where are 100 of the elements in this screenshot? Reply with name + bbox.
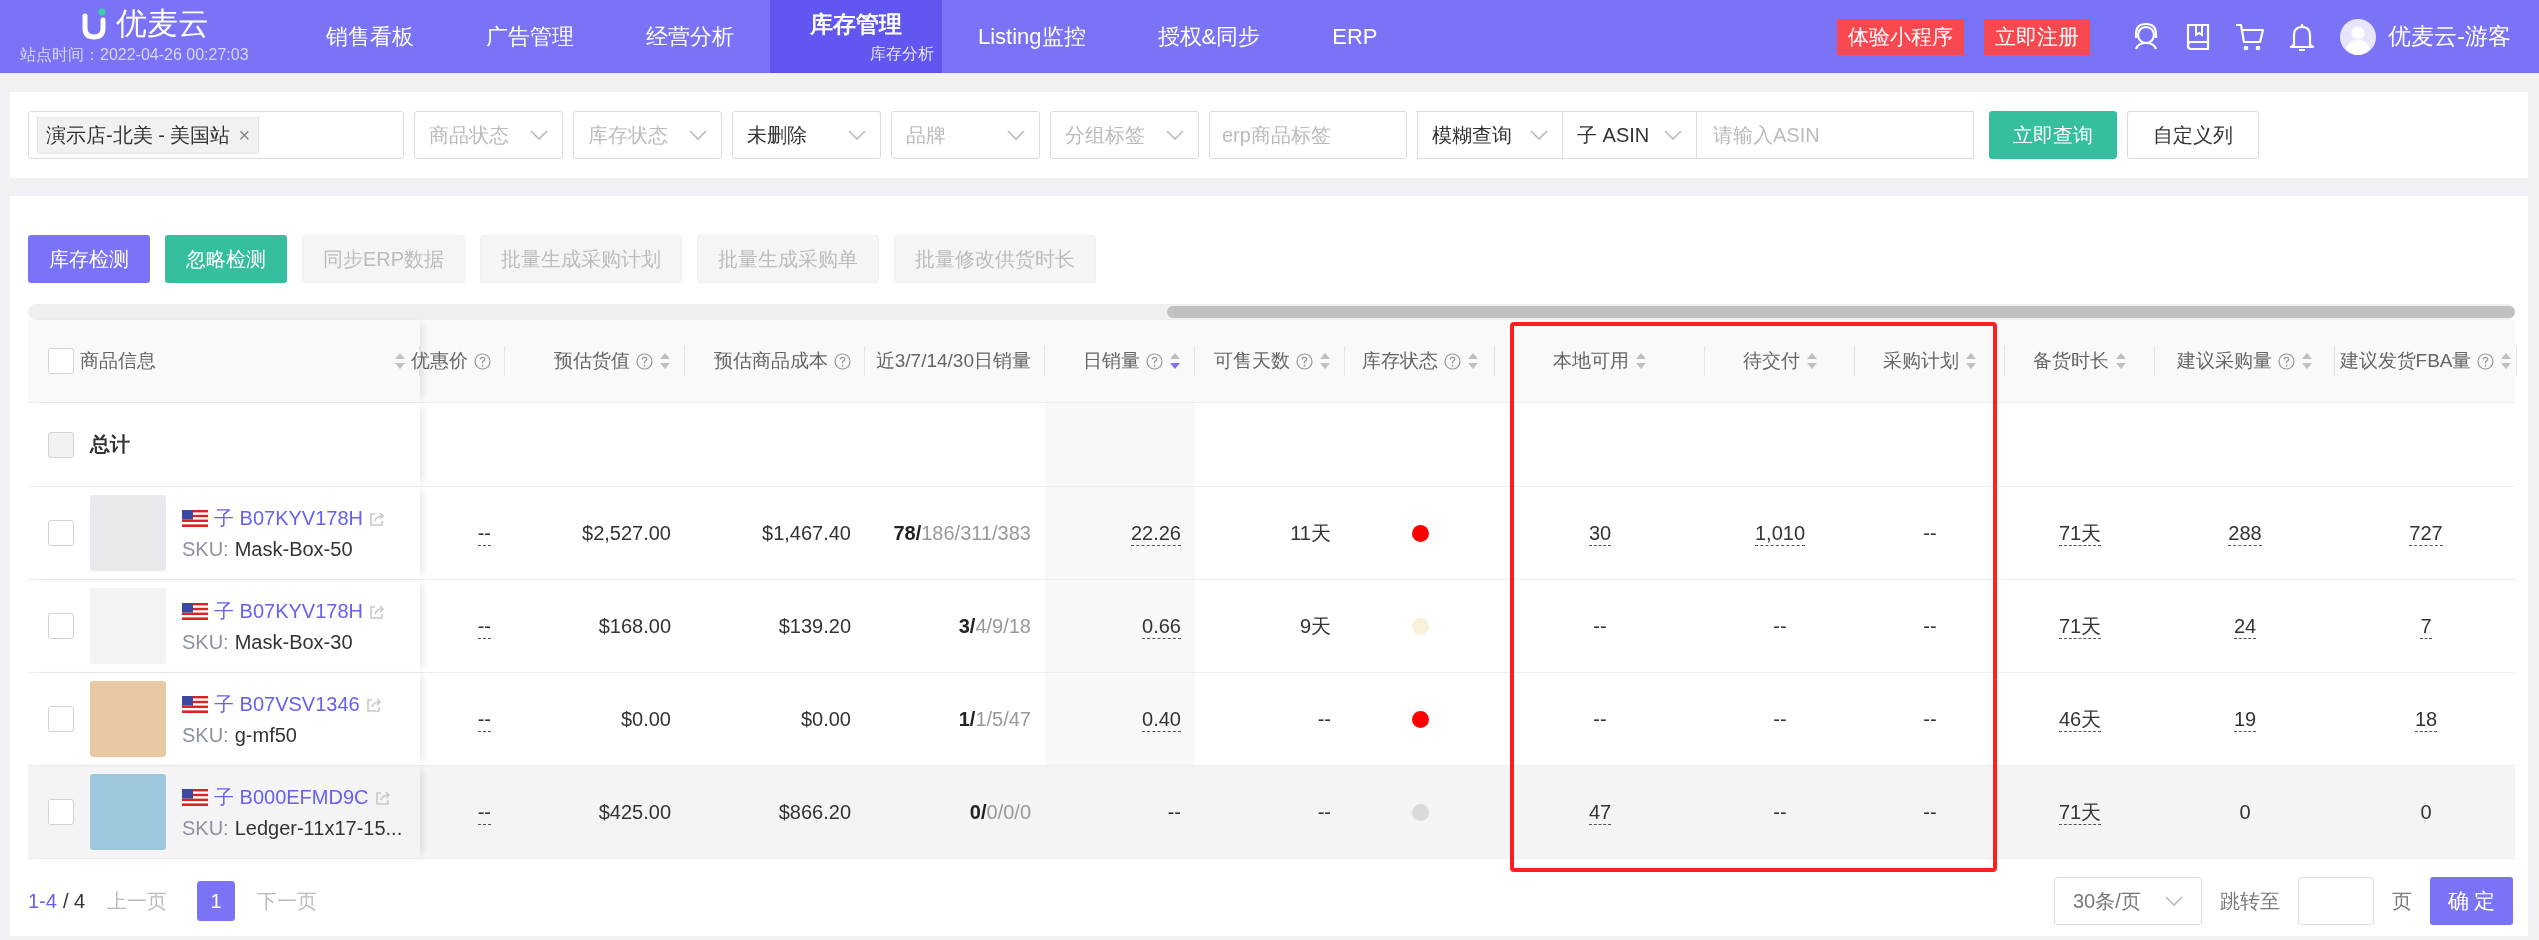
column-header: 采购计划 <box>1883 349 1959 373</box>
scrollbar-thumb[interactable] <box>1167 306 2515 318</box>
table-cell: 0 <box>2420 800 2432 824</box>
asin-link[interactable]: 子 B07KYV178H <box>214 598 363 625</box>
table-cell: -- <box>477 799 491 825</box>
chevron-down-icon <box>848 129 866 141</box>
confirm-button[interactable]: 确 定 <box>2430 877 2513 925</box>
column-header: 近3/7/14/30日销量 <box>875 349 1031 373</box>
nav-tab[interactable]: 广告管理 <box>450 0 610 73</box>
asin-link[interactable]: 子 B000EFMD9C <box>214 784 369 811</box>
page-button[interactable]: 1 <box>197 881 236 921</box>
nav-tab[interactable]: Listing监控 <box>942 0 1122 73</box>
row-checkbox[interactable] <box>48 520 74 546</box>
nav-tab[interactable]: 经营分析 <box>610 0 770 73</box>
external-link-icon[interactable] <box>369 510 385 527</box>
external-link-icon[interactable] <box>374 789 391 806</box>
table-cell: 46天 <box>2058 706 2102 732</box>
chevron-down-icon <box>1530 129 1548 141</box>
chevron-down-icon <box>689 129 707 141</box>
site-time: 站点时间：2022-04-26 00:27:03 <box>20 45 250 65</box>
column-header: 待交付 <box>1742 349 1800 373</box>
sku-text: SKU: Ledger-11x17-15... <box>182 817 403 840</box>
table-cell: 0 <box>2239 800 2251 824</box>
table-cell: -- <box>1773 800 1787 824</box>
table-cell: $139.20 <box>778 614 851 638</box>
table-cell: -- <box>477 706 491 732</box>
column-header: 优惠价 <box>411 349 468 373</box>
total-label: 总计 <box>90 432 130 457</box>
table-cell: -- <box>1923 800 1937 824</box>
search-button[interactable]: 立即查询 <box>1989 111 2117 159</box>
promo-button[interactable]: 体验小程序 <box>1837 18 1965 55</box>
table-cell: -- <box>1167 800 1181 824</box>
table-cell: 71天 <box>2058 613 2102 639</box>
table-cell: -- <box>1923 521 1937 545</box>
row-checkbox[interactable] <box>48 706 74 732</box>
store-select-field[interactable]: 演示店-北美 - 美国站 × <box>28 111 404 159</box>
action-button[interactable]: 库存检测 <box>28 235 150 283</box>
table-cell: 71天 <box>2058 520 2102 546</box>
table-cell: 1/1/5/47 <box>958 707 1031 731</box>
asin-link[interactable]: 子 B07KYV178H <box>214 505 363 532</box>
promo-button[interactable]: 立即注册 <box>1984 18 2091 55</box>
table-cell: 1,010 <box>1754 520 1806 546</box>
table-cell: -- <box>477 613 491 639</box>
match-mode-dropdown[interactable]: 模糊查询 <box>1417 111 1563 159</box>
asin-link[interactable]: 子 B07VSV1346 <box>214 691 360 718</box>
table-cell: -- <box>477 520 491 546</box>
table-cell: $0.00 <box>800 707 851 731</box>
horizontal-scrollbar[interactable] <box>28 304 2515 320</box>
nav-tab[interactable]: 授权&同步 <box>1121 0 1297 73</box>
nav-tab[interactable]: 库存管理 库存分析 <box>770 0 942 73</box>
erp-tag-field[interactable]: erp商品标签 <box>1209 111 1407 159</box>
flag-icon <box>182 603 208 620</box>
table-cell: 0/0/0/0 <box>969 800 1031 824</box>
table-cell: -- <box>1773 614 1787 638</box>
table-cell: -- <box>1593 707 1607 731</box>
column-header: 预估货值 <box>554 349 630 373</box>
nav-tab[interactable]: ERP <box>1296 0 1414 73</box>
filter-dropdown[interactable]: 库存状态 <box>573 111 722 159</box>
action-button[interactable]: 忽略检测 <box>165 235 287 283</box>
page-number-field[interactable] <box>2298 877 2374 925</box>
row-checkbox[interactable] <box>48 613 74 639</box>
filter-dropdown[interactable]: 未删除 <box>732 111 881 159</box>
page-size-dropdown[interactable]: 30条/页 <box>2054 877 2202 925</box>
column-header: 商品信息 <box>80 349 157 373</box>
asin-type-dropdown[interactable]: 子 ASIN <box>1563 111 1697 159</box>
table-cell: 30 <box>1588 520 1612 546</box>
chevron-down-icon <box>1664 129 1682 141</box>
nav-tab-label[interactable]: 库存管理 <box>810 8 902 40</box>
custom-columns-button[interactable]: 自定义列 <box>2127 111 2259 159</box>
nav-tab[interactable]: 销售看板 <box>290 0 450 73</box>
logo-icon <box>82 8 106 40</box>
chevron-down-icon <box>1007 129 1025 141</box>
filter-dropdown[interactable]: 商品状态 <box>414 111 563 159</box>
filter-dropdown[interactable]: 分组标签 <box>1050 111 1199 159</box>
asin-input-field[interactable]: 请输入ASIN <box>1697 111 1974 159</box>
store-tag-label: 演示店-北美 - 美国站 <box>46 122 231 148</box>
row-checkbox[interactable] <box>48 799 74 825</box>
sku-text: SKU: g-mf50 <box>182 724 298 747</box>
table-cell: -- <box>1923 707 1937 731</box>
filter-dropdown[interactable]: 品牌 <box>891 111 1040 159</box>
table-cell: 24 <box>2233 613 2257 639</box>
column-header: 本地可用 <box>1553 349 1629 373</box>
table-cell: 22.26 <box>1130 520 1181 546</box>
page-unit-label: 页 <box>2392 888 2412 914</box>
table-cell: 18 <box>2414 706 2438 732</box>
chevron-down-icon <box>530 129 548 141</box>
total-count: / 4 <box>62 889 86 913</box>
jump-label: 跳转至 <box>2220 888 2280 914</box>
tag-remove-icon[interactable]: × <box>238 123 251 147</box>
table-cell: $866.20 <box>778 800 851 824</box>
external-link-icon[interactable] <box>369 603 385 620</box>
table-cell: 47 <box>1588 799 1612 825</box>
table-cell: 71天 <box>2058 799 2102 825</box>
chevron-down-icon <box>2165 895 2183 907</box>
column-header: 建议采购量 <box>2177 349 2272 373</box>
select-all-checkbox[interactable] <box>48 348 74 374</box>
user-name[interactable]: 优麦云-游客 <box>2388 21 2511 52</box>
avatar-icon[interactable] <box>2340 18 2377 55</box>
table-cell: $168.00 <box>598 614 671 638</box>
external-link-icon[interactable] <box>365 696 382 713</box>
